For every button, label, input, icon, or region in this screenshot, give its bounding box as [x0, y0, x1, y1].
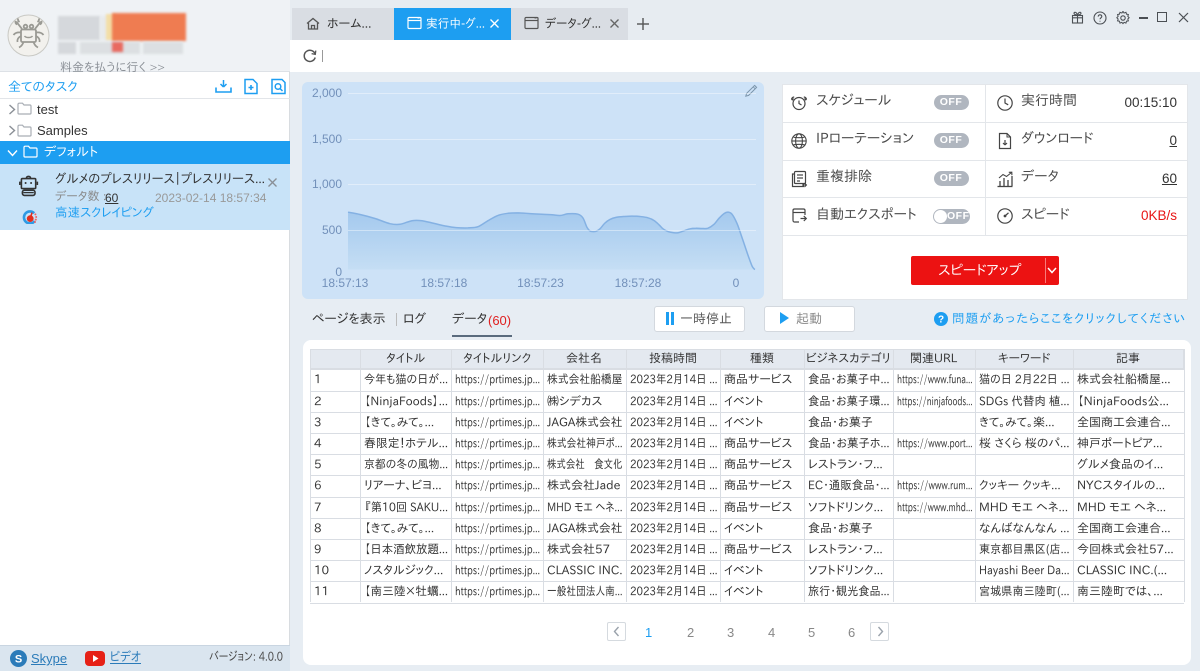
- svg-text:S: S: [15, 654, 22, 666]
- svg-text:?: ?: [938, 315, 944, 326]
